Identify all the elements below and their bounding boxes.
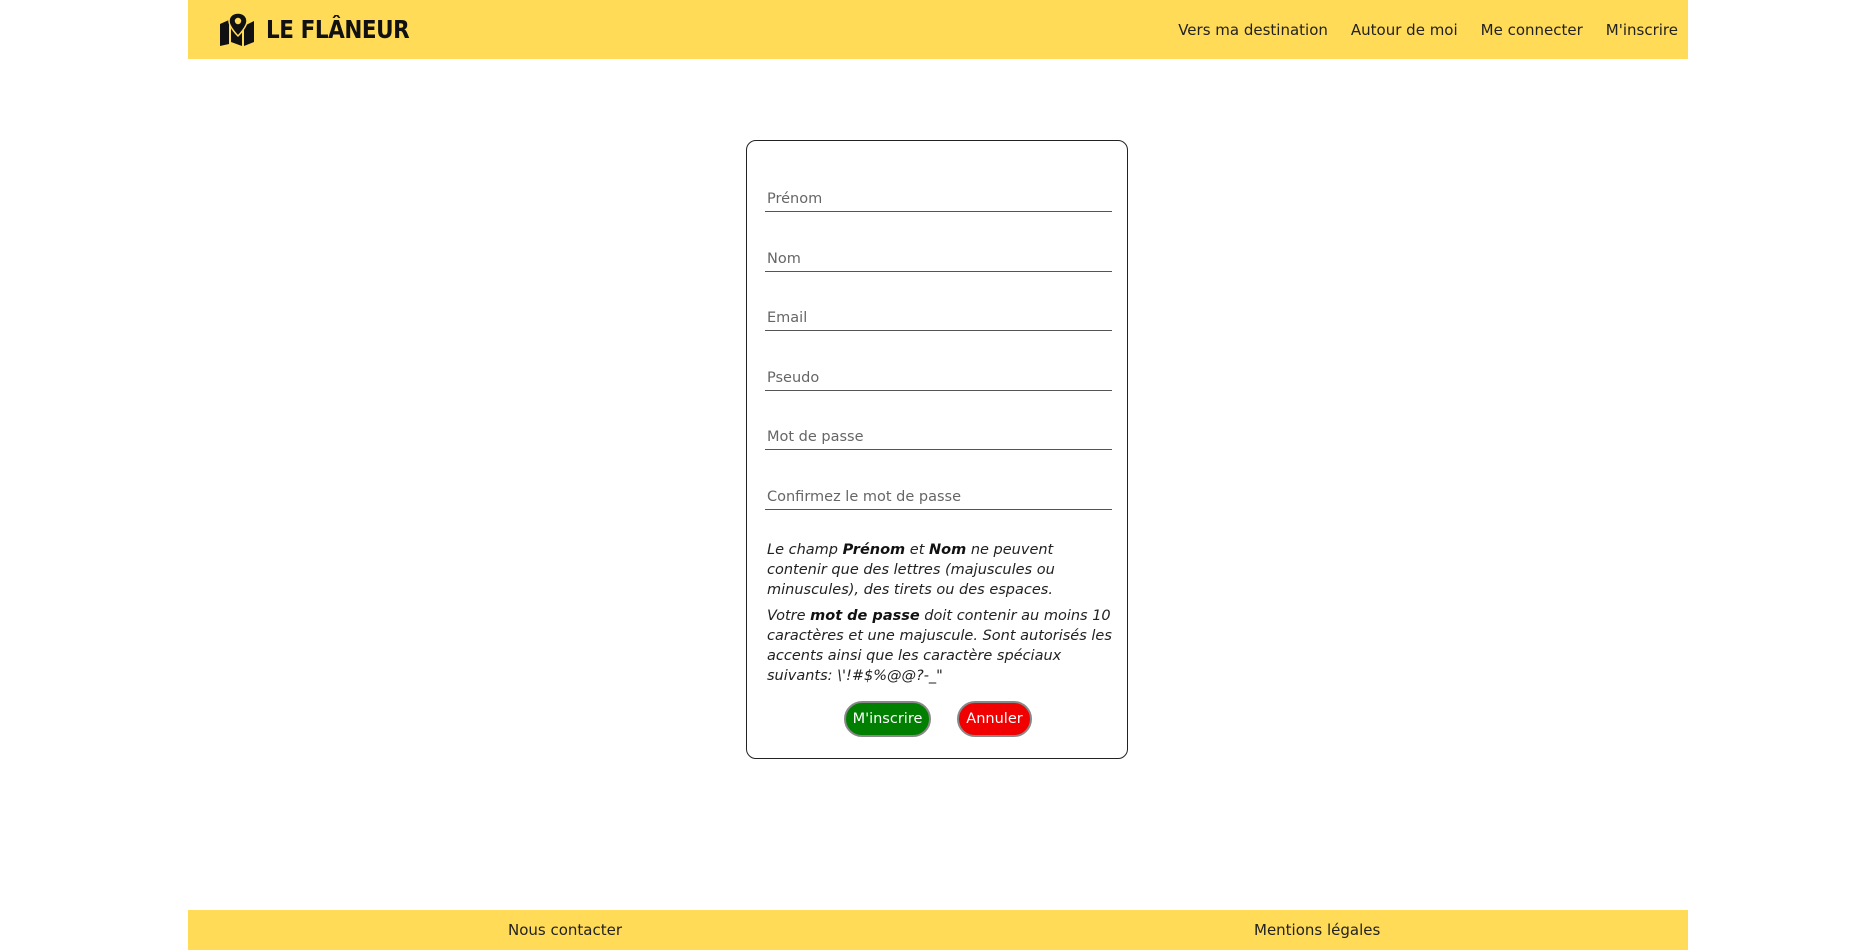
email-field-wrapper (765, 300, 1112, 331)
password-rules-hint: Votre mot de passe doit contenir au moin… (767, 606, 1112, 686)
email-field[interactable] (765, 310, 1112, 326)
contact-link[interactable]: Nous contacter (508, 910, 622, 950)
legal-notice-link[interactable]: Mentions légales (1254, 910, 1380, 950)
lastname-field-wrapper (765, 241, 1112, 272)
hint-text: et (905, 542, 929, 558)
signup-button[interactable]: M'inscrire (844, 701, 931, 737)
cancel-button[interactable]: Annuler (957, 701, 1032, 737)
nav-link-login[interactable]: Me connecter (1481, 21, 1583, 39)
firstname-field-wrapper (765, 181, 1112, 212)
nav-link-nearby[interactable]: Autour de moi (1351, 21, 1458, 39)
hint-text: Le champ (767, 542, 843, 558)
username-field-wrapper (765, 360, 1112, 391)
hint-text: Votre (767, 608, 811, 624)
lastname-field[interactable] (765, 251, 1112, 267)
nav-link-destination[interactable]: Vers ma destination (1178, 21, 1328, 39)
brand-name: LE FLÂNEUR (266, 14, 410, 44)
hint-bold: mot de passe (810, 608, 920, 624)
password-field[interactable] (765, 429, 1112, 445)
site-footer: Nous contacter Mentions légales (188, 910, 1688, 950)
password-confirm-field[interactable] (765, 489, 1112, 505)
firstname-field[interactable] (765, 191, 1112, 207)
signup-form: Le champ Prénom et Nom ne peuvent conten… (746, 140, 1128, 759)
brand-logo[interactable]: LE FLÂNEUR (218, 10, 433, 48)
main-nav: Vers ma destination Autour de moi Me con… (1155, 0, 1678, 59)
password-field-wrapper (765, 419, 1112, 450)
hint-bold: Nom (929, 542, 967, 558)
map-pin-icon (218, 12, 258, 46)
hint-bold: Prénom (842, 542, 906, 558)
site-header: LE FLÂNEUR Vers ma destination Autour de… (188, 0, 1688, 59)
username-field[interactable] (765, 370, 1112, 386)
name-rules-hint: Le champ Prénom et Nom ne peuvent conten… (767, 540, 1112, 600)
nav-link-signup[interactable]: M'inscrire (1606, 21, 1678, 39)
password-confirm-field-wrapper (765, 479, 1112, 510)
